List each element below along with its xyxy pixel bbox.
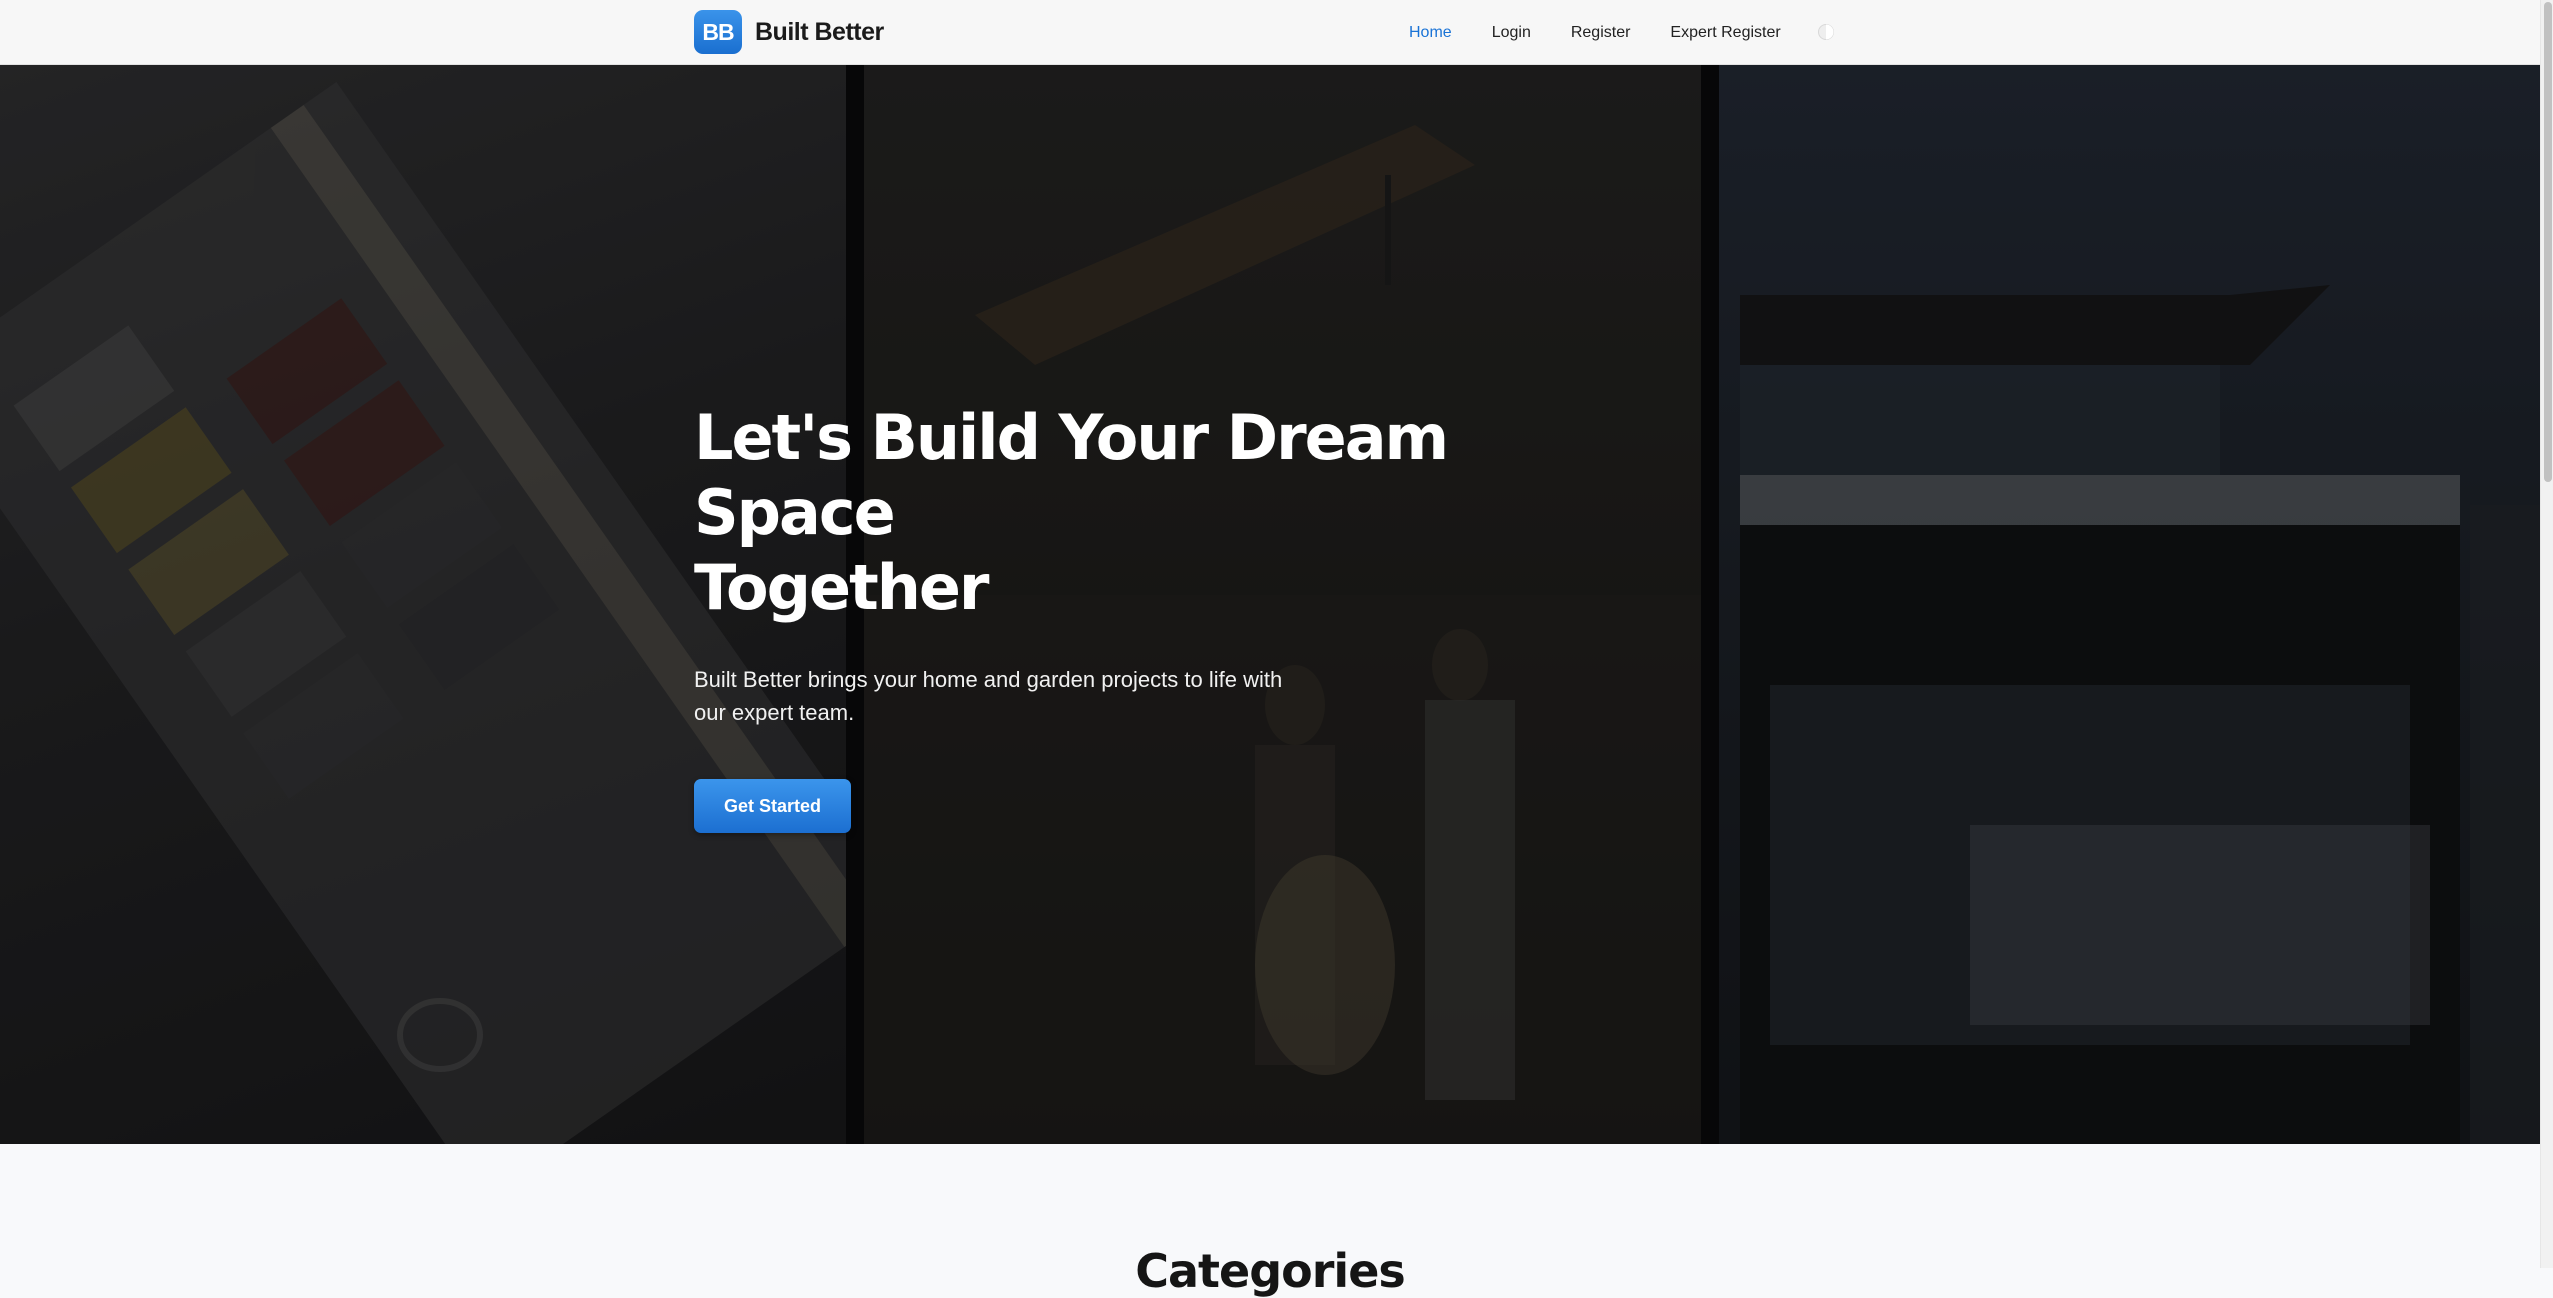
get-started-button[interactable]: Get Started: [694, 779, 851, 833]
scrollbar-thumb[interactable]: [2544, 2, 2552, 482]
hero-subtitle: Built Better brings your home and garden…: [694, 667, 1283, 725]
nav-register-link[interactable]: Register: [1571, 24, 1631, 42]
hero-content: Let's Build Your Dream Space Together Bu…: [694, 400, 1644, 833]
nav-links: Home Login Register Expert Register: [1409, 0, 1821, 65]
brand-name: Built Better: [755, 17, 884, 46]
hero-section: Let's Build Your Dream Space Together Bu…: [0, 65, 2540, 1144]
categories-title: Categories: [1135, 1244, 1406, 1298]
theme-toggle-button[interactable]: [1816, 22, 1836, 42]
half-moon-icon: [1818, 24, 1834, 40]
hero-title: Let's Build Your Dream Space Together: [694, 400, 1644, 625]
nav-home-link[interactable]: Home: [1409, 24, 1452, 42]
nav-login-link[interactable]: Login: [1492, 24, 1531, 42]
hero-title-line-2: Together: [694, 551, 989, 624]
brand-logo: BB: [694, 10, 742, 54]
hero-title-line-1: Let's Build Your Dream Space: [694, 401, 1449, 549]
brand-home-link[interactable]: BB Built Better: [694, 10, 884, 54]
categories-section: Categories: [0, 1144, 2540, 1298]
top-navbar: BB Built Better Home Login Register Expe…: [0, 0, 2540, 65]
page-scrollbar[interactable]: [2540, 0, 2553, 1268]
nav-expert-register-link[interactable]: Expert Register: [1670, 24, 1780, 42]
